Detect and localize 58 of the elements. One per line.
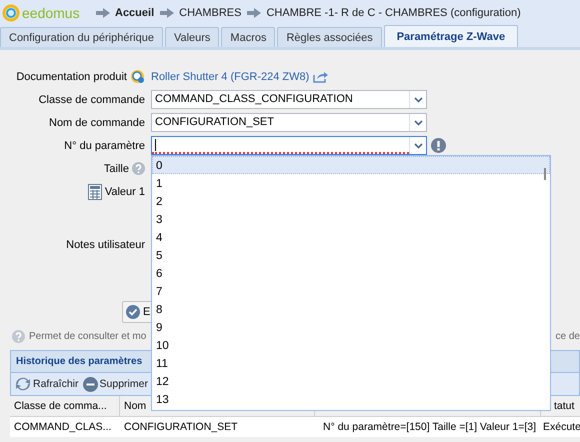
chevron-down-icon [414, 142, 422, 148]
dropdown-option[interactable]: 4 [152, 228, 550, 246]
tab[interactable]: Valeurs [164, 27, 220, 47]
breadcrumb-item[interactable]: CHAMBRE -1- R de C - CHAMBRES (configuration) [266, 6, 521, 18]
toolbar-button[interactable]: Supprimer [82, 376, 148, 392]
chevron-down-icon [414, 96, 422, 102]
arrow-icon [96, 8, 110, 18]
help-icon [132, 162, 145, 175]
tab[interactable]: Règles associées [277, 27, 382, 47]
dropdown-option[interactable]: 1 [152, 174, 550, 192]
tab[interactable]: Macros [221, 27, 276, 47]
field-label: Notes utilisateur [66, 238, 145, 250]
logo-icon [2, 4, 20, 22]
calculator-icon [88, 184, 102, 200]
field-label: Documentation produit [16, 70, 127, 82]
field-label: Nom de commande [49, 116, 145, 128]
breadcrumb-item[interactable]: CHAMBRES [179, 6, 242, 18]
table-cell-text: N° du paramètre=[150] Taille =[1] Valeur 1=[3] [322, 420, 538, 435]
table-cell-text: Exécute [542, 420, 580, 435]
dropdown-option[interactable]: 7 [152, 282, 550, 300]
select-field[interactable] [151, 136, 427, 155]
dropdown-option[interactable]: 0 [152, 156, 550, 174]
field-label: Taille [104, 162, 129, 174]
table-cell-text: CONFIGURATION_SET [123, 420, 239, 435]
field-label: Classe de commande [38, 94, 145, 106]
tab[interactable]: Configuration du périphérique [0, 27, 163, 47]
dropdown-option[interactable]: 6 [152, 264, 550, 282]
help-icon [12, 330, 25, 343]
select-field[interactable]: COMMAND_CLASS_CONFIGURATION [151, 90, 427, 109]
help-text: ce de [556, 331, 580, 342]
refresh-icon [15, 376, 31, 392]
check-icon [126, 305, 140, 319]
dropdown-option[interactable]: 8 [152, 300, 550, 318]
dropdown-option[interactable]: 12 [152, 372, 550, 390]
dropdown-option[interactable]: 3 [152, 210, 550, 228]
search-icon [130, 69, 145, 84]
field-label: Valeur 1 [104, 186, 145, 198]
share-icon [313, 70, 328, 82]
toolbar-button[interactable]: Rafraîchir [15, 376, 79, 392]
table-cell-text: COMMAND_CLAS... [13, 420, 112, 435]
arrow-icon [160, 8, 174, 18]
chevron-down-icon [414, 120, 422, 126]
help-text: Permet de consulter et mo [29, 331, 146, 342]
documentation-link[interactable]: Roller Shutter 4 (FGR-224 ZW8) [151, 70, 310, 82]
dropdown-option[interactable]: 2 [152, 192, 550, 210]
dropdown-option[interactable]: 5 [152, 246, 550, 264]
logo-text: eedomus [22, 4, 80, 20]
field-label: N° du paramètre [64, 140, 145, 152]
minus-icon [82, 376, 98, 392]
arrow-icon [247, 8, 262, 18]
column-header[interactable]: Classe de comma... [10, 396, 120, 417]
tab[interactable]: Paramétrage Z-Wave [384, 25, 518, 47]
breadcrumb-item[interactable]: Accueil [115, 6, 154, 18]
scrollbar-thumb[interactable] [544, 168, 546, 180]
dropdown-option[interactable]: 11 [152, 354, 550, 372]
select-field[interactable]: CONFIGURATION_SET [151, 113, 427, 132]
error-icon [431, 138, 446, 153]
dropdown-option[interactable]: 9 [152, 318, 550, 336]
